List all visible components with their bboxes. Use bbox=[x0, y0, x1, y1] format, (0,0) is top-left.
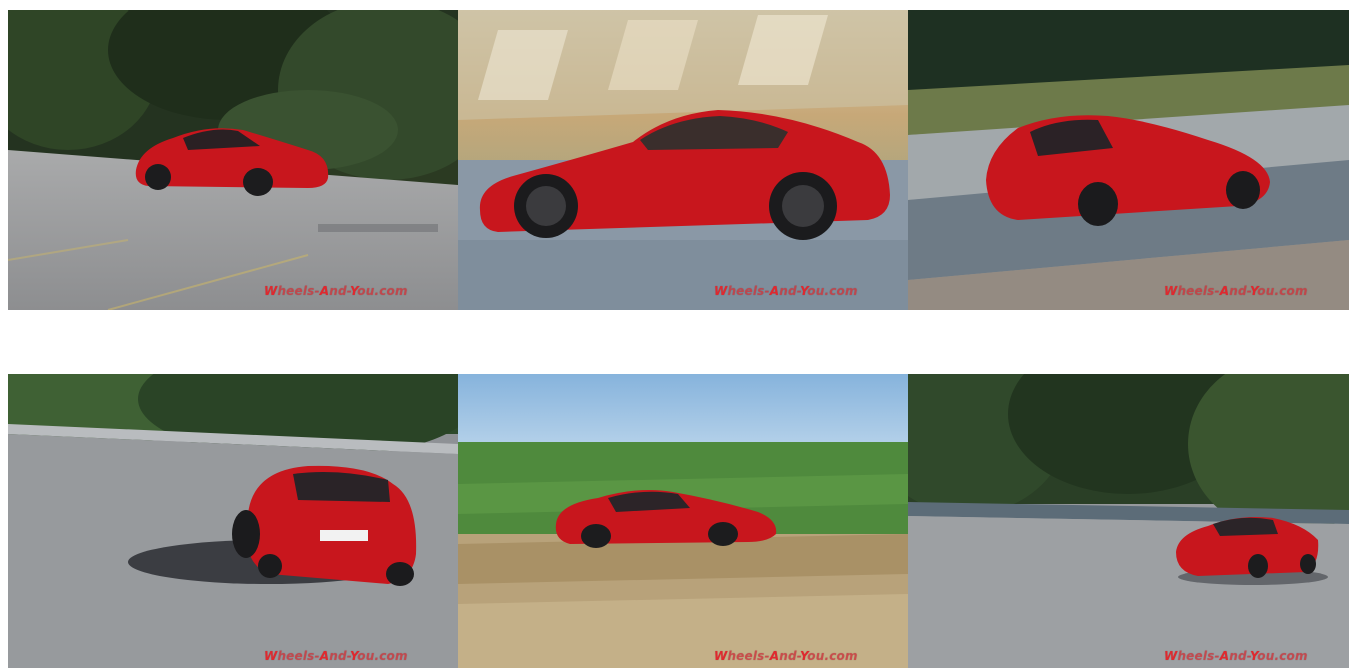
watermark-text: Wheels-And-You.com bbox=[1164, 649, 1308, 663]
watermark-text: Wheels-And-You.com bbox=[714, 649, 858, 663]
gallery-photo-1[interactable] bbox=[8, 10, 458, 310]
watermark-text: Wheels-And-You.com bbox=[714, 284, 858, 298]
watermark-text: Wheels-And-You.com bbox=[264, 649, 408, 663]
car-photo-image bbox=[908, 374, 1349, 668]
car-photo-image bbox=[458, 10, 908, 310]
car-photo-image bbox=[8, 10, 458, 310]
gallery-photo-4[interactable] bbox=[8, 374, 458, 668]
gallery-photo-6[interactable] bbox=[908, 374, 1349, 668]
watermark-text: Wheels-And-You.com bbox=[1164, 284, 1308, 298]
car-photo-image bbox=[908, 10, 1349, 310]
car-photo-image bbox=[8, 374, 458, 668]
gallery-photo-5[interactable] bbox=[458, 374, 908, 668]
watermark-text: Wheels-And-You.com bbox=[264, 284, 408, 298]
car-photo-image bbox=[458, 374, 908, 668]
gallery-photo-3[interactable] bbox=[908, 10, 1349, 310]
photo-gallery bbox=[8, 10, 1349, 668]
gallery-photo-2[interactable] bbox=[458, 10, 908, 310]
